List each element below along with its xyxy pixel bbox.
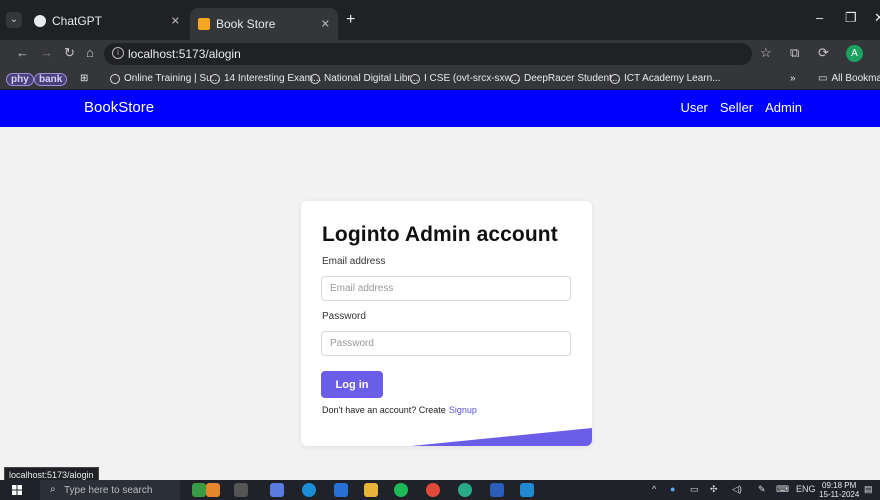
tab-chatgpt[interactable]: ChatGPT ✕ <box>26 8 188 34</box>
bookmark-label: DeepRacer Student... <box>524 73 621 84</box>
search-placeholder: Type here to search <box>64 484 153 496</box>
volume-icon[interactable]: ◁) <box>732 484 742 495</box>
profile-avatar[interactable]: A <box>846 45 863 62</box>
word-icon[interactable] <box>490 483 504 497</box>
site-info-icon[interactable]: i <box>112 47 124 59</box>
windows-taskbar: ⌕ Type here to search ^ ● ▭ ✣ ◁) ✎ ⌨ ENG… <box>0 480 880 500</box>
login-card: Loginto Admin account Email address Pass… <box>301 201 592 446</box>
store-icon[interactable] <box>334 483 348 497</box>
bookmark-label: ICT Academy Learn... <box>624 73 721 84</box>
bookmark-label: National Digital Libr... <box>324 73 419 84</box>
bookmark-label: 14 Interesting Exam... <box>224 73 322 84</box>
url-text: localhost:5173/alogin <box>128 47 241 61</box>
network-icon[interactable]: ✣ <box>710 484 718 495</box>
close-icon[interactable]: ✕ <box>171 15 180 28</box>
taskbar-clock[interactable]: 09:18 PM 15-11-2024 <box>819 481 859 499</box>
bookmark-interesting-exam[interactable]: 14 Interesting Exam... <box>210 73 321 84</box>
globe-icon <box>110 73 120 84</box>
bookmark-label: All Bookmarks <box>831 73 880 84</box>
extensions-icon[interactable]: ⧉ <box>790 45 799 61</box>
bookmark-ict-academy[interactable]: ICT Academy Learn... <box>610 73 721 84</box>
url-input[interactable]: i localhost:5173/alogin <box>104 43 752 65</box>
spotify-icon[interactable] <box>394 483 408 497</box>
bookmark-i-cse[interactable]: I CSE (ovt-srcx-sxw... <box>410 73 520 84</box>
widgets-icon[interactable] <box>192 483 206 497</box>
browser-tab-bar: ⌄ ChatGPT ✕ Book Store ✕ + – ❐ ✕ <box>0 0 880 40</box>
bluetooth-icon[interactable]: ● <box>670 484 675 494</box>
app-navbar: BookStore User Seller Admin <box>0 90 880 127</box>
bookmark-phy[interactable]: phy <box>6 73 34 86</box>
nav-admin[interactable]: Admin <box>765 100 802 115</box>
pinned-app-icon[interactable] <box>270 483 284 497</box>
apps-grid-icon[interactable]: ⊞ <box>80 73 88 84</box>
globe-icon <box>510 73 520 84</box>
bookmark-national-digital[interactable]: National Digital Libr... <box>310 73 419 84</box>
clock-time: 09:18 PM <box>822 481 857 490</box>
bookmark-bank[interactable]: bank <box>34 73 68 86</box>
bookmark-online-training[interactable]: Online Training | Su... <box>110 73 220 84</box>
tray-chevron-icon[interactable]: ^ <box>652 484 656 494</box>
file-explorer-icon[interactable] <box>364 483 378 497</box>
tab-label: ChatGPT <box>52 14 103 28</box>
keyboard-icon[interactable]: ⌨ <box>776 484 789 495</box>
tab-search-button[interactable]: ⌄ <box>6 12 22 28</box>
bookmarks-bar: phy bank ⊞ Online Training | Su... 14 In… <box>0 68 880 90</box>
pen-icon[interactable]: ✎ <box>758 484 766 495</box>
vscode-icon[interactable] <box>520 483 534 497</box>
globe-icon <box>210 73 220 84</box>
home-icon[interactable]: ⌂ <box>86 45 94 60</box>
battery-icon[interactable]: ▭ <box>690 484 699 495</box>
folder-icon: ▭ <box>818 73 828 84</box>
clock-date: 15-11-2024 <box>819 490 860 499</box>
search-icon: ⌕ <box>50 484 56 495</box>
language-indicator[interactable]: ENG <box>796 484 816 494</box>
bookmark-label: Online Training | Su... <box>124 73 220 84</box>
nav-seller[interactable]: Seller <box>720 100 753 115</box>
chrome-profile-icon[interactable] <box>458 483 472 497</box>
sync-icon[interactable]: ⟳ <box>818 45 829 61</box>
reload-icon[interactable]: ↻ <box>64 45 75 61</box>
all-bookmarks[interactable]: ▭All Bookmarks <box>818 73 880 84</box>
nav-links: User Seller Admin <box>680 100 802 115</box>
address-bar-row: ← → ↻ ⌂ i localhost:5173/alogin ☆ ⧉ ⟳ A <box>0 40 880 68</box>
brand-logo[interactable]: BookStore <box>84 99 154 116</box>
globe-icon <box>310 73 320 84</box>
close-icon[interactable]: ✕ <box>321 18 330 31</box>
bookmark-label: phy <box>6 73 34 86</box>
bookmark-star-icon[interactable]: ☆ <box>760 45 772 61</box>
book-store-icon <box>198 18 210 30</box>
minimize-icon[interactable]: – <box>816 10 823 25</box>
decorative-wedge <box>411 428 592 446</box>
chatgpt-icon <box>34 15 46 27</box>
chrome-icon[interactable] <box>426 483 440 497</box>
windows-start-icon[interactable] <box>12 485 22 495</box>
restore-icon[interactable]: ❐ <box>845 10 857 26</box>
globe-icon <box>410 73 420 84</box>
back-icon[interactable]: ← <box>16 45 29 60</box>
taskbar-search[interactable]: ⌕ Type here to search <box>40 480 180 500</box>
pinned-app-icon[interactable] <box>206 483 220 497</box>
globe-icon <box>610 73 620 84</box>
bookmark-label: I CSE (ovt-srcx-sxw... <box>424 73 520 84</box>
more-bookmarks-icon[interactable]: » <box>790 73 796 84</box>
tab-book-store[interactable]: Book Store ✕ <box>190 8 338 40</box>
bookmark-label: bank <box>34 73 68 86</box>
bookmark-deepracer[interactable]: DeepRacer Student... <box>510 73 620 84</box>
new-tab-button[interactable]: + <box>346 11 355 29</box>
task-view-icon[interactable] <box>234 483 248 497</box>
forward-icon[interactable]: → <box>40 45 53 60</box>
edge-icon[interactable] <box>302 483 316 497</box>
notification-icon[interactable]: ▤ <box>864 484 873 495</box>
close-window-icon[interactable]: ✕ <box>874 10 880 26</box>
nav-user[interactable]: User <box>680 100 707 115</box>
tab-label: Book Store <box>216 17 276 31</box>
